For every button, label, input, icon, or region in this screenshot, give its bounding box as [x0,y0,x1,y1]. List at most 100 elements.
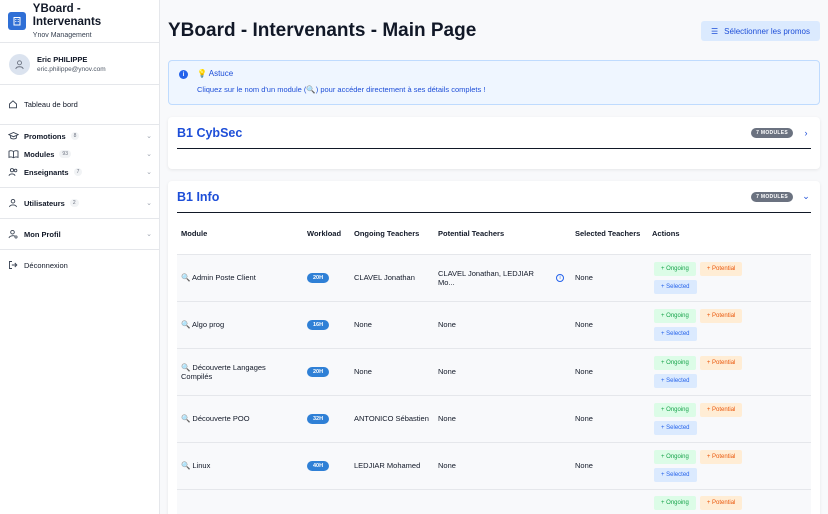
table-row: 🔍 Admin Poste Client 20H CLAVEL Jonathan… [177,253,811,301]
workload-badge: 20H [307,273,330,283]
module-link[interactable]: 🔍 Linux [181,461,210,470]
module-link[interactable]: 🔍 Découverte POO [181,414,250,423]
add-selected-button[interactable]: + Selected [654,279,697,294]
nav-users-label: Utilisateurs [24,198,65,208]
table-row: 🔍 Algo prog 16H None None None + Ongoing… [177,300,811,348]
teachers-count: 7 [73,168,83,176]
promo-header[interactable]: B1 CybSec 7 MODULES › [177,117,811,149]
selected-teachers: None [575,320,593,329]
add-ongoing-button[interactable]: + Ongoing [654,402,696,417]
col-ongoing: Ongoing Teachers [354,228,420,238]
user-cog-icon [7,228,19,240]
col-selected: Selected Teachers [575,228,641,238]
chevron-down-icon: ⌄ [146,151,152,158]
nav-logout[interactable]: Déconnexion [0,256,159,274]
user-card: Eric PHILIPPE eric.philippe@ynov.com [0,44,159,84]
ongoing-teachers: None [354,320,372,329]
nav-profile[interactable]: Mon Profil ⌄ [0,225,159,243]
nav-dashboard[interactable]: Tableau de bord [0,95,159,113]
module-count-badge: 7 MODULES [751,191,793,202]
add-ongoing-button[interactable]: + Ongoing [654,308,696,323]
promo-card-b1-cybsec: B1 CybSec 7 MODULES › [168,117,820,169]
ongoing-teachers: LEDJIAR Mohamed [354,461,421,470]
workload-badge: 16H [307,320,330,330]
users-icon [7,166,19,178]
add-potential-button[interactable]: + Potential [699,449,743,464]
add-ongoing-button[interactable]: + Ongoing [654,495,696,510]
table-row: 🔍 Découverte POO 32H ANTONICO Sébastien … [177,394,811,442]
module-link[interactable]: 🔍 Algo prog [181,320,224,329]
add-potential-button[interactable]: + Potential [699,495,743,510]
add-selected-button[interactable]: + Selected [654,373,697,388]
logout-icon [7,259,19,271]
chevron-down-icon: ⌄ [146,169,152,176]
nav-modules[interactable]: Modules 93 ⌄ [0,145,159,163]
brand[interactable]: YBoard - Intervenants Ynov Management [0,0,159,42]
workload-badge: 20H [307,367,330,377]
chevron-down-icon[interactable]: ⌄ [801,191,811,202]
col-module: Module [181,228,208,238]
add-ongoing-button[interactable]: + Ongoing [654,261,696,276]
potential-teachers: None [438,461,456,470]
modules-table: Module Workload Ongoing Teachers Potenti… [177,213,811,514]
add-potential-button[interactable]: + Potential [699,308,743,323]
add-ongoing-button[interactable]: + Ongoing [654,449,696,464]
workload-badge: 40H [307,461,330,471]
tip-title: 💡 Astuce [197,69,234,78]
add-ongoing-button[interactable]: + Ongoing [654,355,696,370]
nav-promotions[interactable]: Promotions 8 ⌄ [0,127,159,145]
module-link[interactable]: 🔍 Admin Poste Client [181,273,256,282]
potential-teachers: None [438,320,456,329]
nav-profile-label: Mon Profil [24,229,61,239]
info-icon[interactable]: i [556,273,564,282]
table-row: 🔍 Linux 40H LEDJIAR Mohamed None None + … [177,441,811,489]
nav-dashboard-label: Tableau de bord [24,99,78,109]
user-avatar-icon [9,53,30,75]
workload-badge: 32H [307,414,330,424]
potential-teachers: None [438,414,456,423]
add-selected-button[interactable]: + Selected [654,420,697,435]
selected-teachers: None [575,273,593,282]
page-title: YBoard - Intervenants - Main Page [168,20,477,41]
nav-teachers-label: Enseignants [24,167,69,177]
add-potential-button[interactable]: + Potential [699,261,743,276]
divider [0,42,159,43]
chevron-right-icon[interactable]: › [801,128,811,138]
add-selected-button[interactable]: + Selected [654,467,697,482]
ongoing-teachers: None [354,367,372,376]
brand-title: YBoard - Intervenants [32,3,102,28]
menu-icon: ☰ [711,26,719,36]
nav-teachers[interactable]: Enseignants 7 ⌄ [0,163,159,181]
user-email: eric.philippe@ynov.com [37,66,106,73]
add-selected-button[interactable]: + Selected [654,326,697,341]
table-row: 🔍 Découverte Langages Compilés 20H None … [177,347,811,395]
nav-promotions-label: Promotions [24,131,66,141]
user-icon [7,197,19,209]
main-content: YBoard - Intervenants - Main Page ☰ Séle… [160,0,828,514]
add-potential-button[interactable]: + Potential [699,402,743,417]
promo-card-b1-info: B1 Info 7 MODULES ⌄ Module Workload Ongo… [168,181,820,514]
tip-text: Cliquez sur le nom d'un module (🔍) pour … [197,85,486,94]
home-icon [7,98,19,110]
nav-logout-label: Déconnexion [24,260,68,270]
building-icon [8,12,26,30]
book-icon [7,148,19,160]
potential-teachers: CLAVEL Jonathan, LEDJIAR Mo... [438,268,534,287]
chevron-down-icon: ⌄ [146,133,152,140]
select-promos-label: Sélectionner les promos [724,26,810,36]
modules-count: 93 [59,150,71,158]
promo-header[interactable]: B1 Info 7 MODULES ⌄ [177,181,811,213]
ongoing-teachers: CLAVEL Jonathan [354,273,415,282]
brand-subtitle: Ynov Management [32,32,92,39]
ongoing-teachers: ANTONICO Sébastien [354,414,429,423]
select-promos-button[interactable]: ☰ Sélectionner les promos [701,21,820,41]
add-potential-button[interactable]: + Potential [699,355,743,370]
col-actions: Actions [652,228,680,238]
selected-teachers: None [575,461,593,470]
users-count: 2 [69,199,79,207]
module-count-badge: 7 MODULES [751,127,793,138]
col-potential: Potential Teachers [438,228,505,238]
nav-modules-label: Modules [24,149,55,159]
nav-users[interactable]: Utilisateurs 2 ⌄ [0,194,159,212]
module-link[interactable]: 🔍 Découverte Langages Compilés [181,363,266,381]
